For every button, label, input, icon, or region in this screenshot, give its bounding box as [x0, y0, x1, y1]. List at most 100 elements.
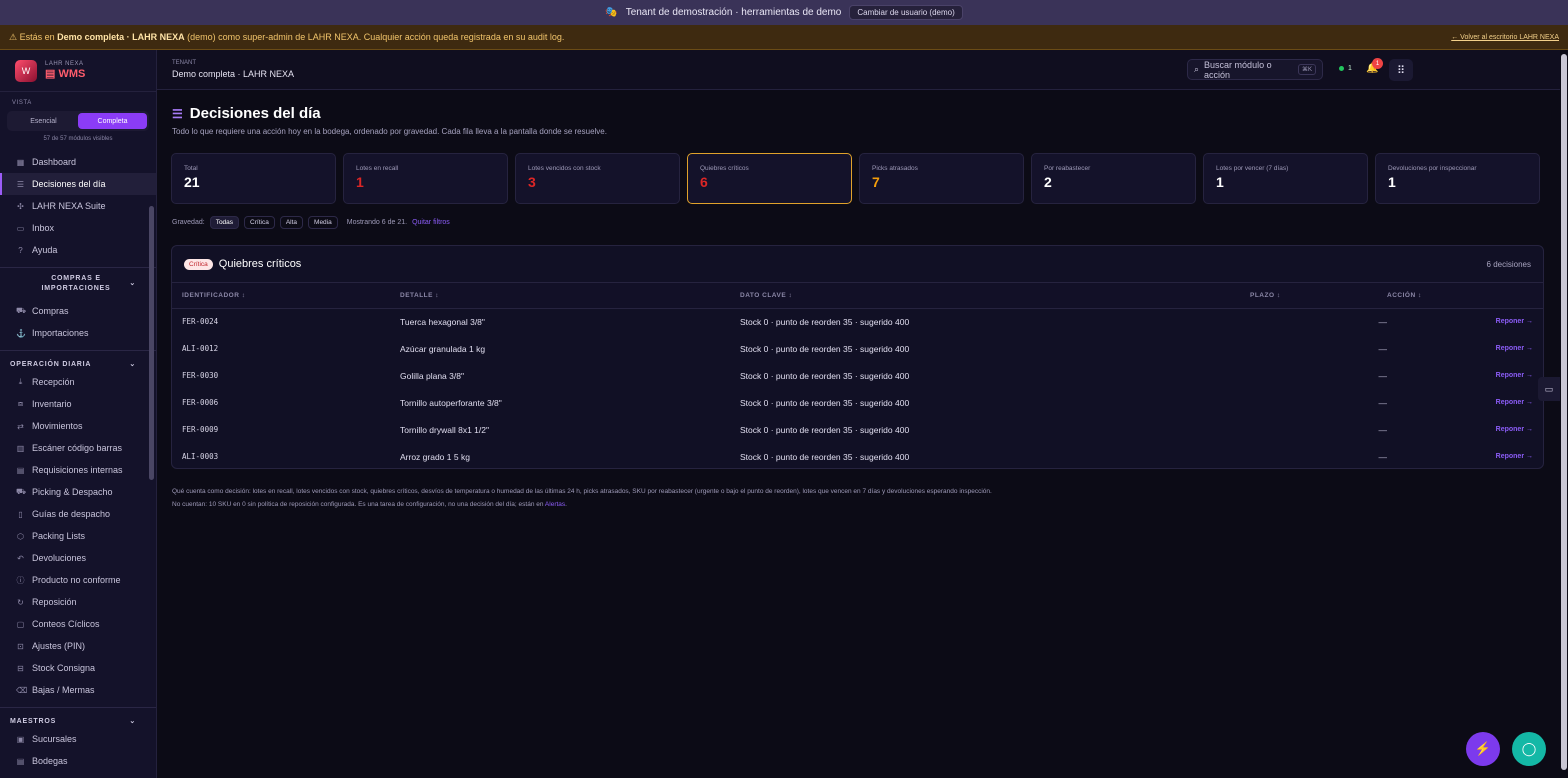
sidebar-item-ajustes[interactable]: ⊡ Ajustes (PIN) [0, 635, 156, 657]
footnote-end: . [565, 501, 567, 508]
sidebar-item-suite[interactable]: ✣ LAHR NEXA Suite [0, 195, 156, 217]
sidebar-item-dashboard[interactable]: ▦ Dashboard [0, 151, 156, 173]
app-logo-icon: W [15, 59, 37, 82]
table-row[interactable]: ALI-0012 Azúcar granulada 1 kg Stock 0 ·… [172, 335, 1543, 362]
table-row[interactable]: ALI-0003 Arroz grado 1 5 kg Stock 0 · pu… [172, 443, 1543, 470]
sidebar-item-decisiones[interactable]: ☰ Decisiones del día [0, 173, 156, 195]
apps-grid-button[interactable]: ⠿ [1389, 59, 1413, 81]
search-input[interactable]: ⌕ Buscar módulo o acción ⌘K [1187, 59, 1323, 80]
table-row[interactable]: FER-0030 Golilla plana 3/8" Stock 0 · pu… [172, 362, 1543, 389]
reponer-button[interactable]: Reponer → [1387, 416, 1543, 443]
notification-badge: 1 [1372, 58, 1383, 69]
sidebar-item-picking[interactable]: ⛟ Picking & Despacho [0, 481, 156, 503]
footnote: Qué cuenta como decisión: lotes en recal… [172, 485, 992, 511]
lightning-icon: ⚡ [1474, 741, 1492, 756]
card-label: Devoluciones por inspeccionar [1388, 165, 1477, 172]
sidebar-item-reposicion[interactable]: ↻ Reposición [0, 591, 156, 613]
sidebar-item-bodegas[interactable]: ▤ Bodegas [0, 750, 156, 772]
sidebar-item-devoluciones[interactable]: ↶ Devoluciones [0, 547, 156, 569]
alertas-link[interactable]: Alertas [545, 501, 565, 508]
card-lotes-recall[interactable]: Lotes en recall 1 [343, 153, 508, 204]
reponer-button[interactable]: Reponer → [1387, 335, 1543, 362]
scrollbar-thumb[interactable] [1561, 54, 1567, 770]
sidebar-item-sucursales[interactable]: ▣ Sucursales [0, 728, 156, 750]
warning-icon: ⚠ [9, 31, 20, 42]
reponer-button[interactable]: Reponer → [1387, 362, 1543, 389]
mask-icon: 🎭 [605, 7, 618, 18]
clear-filters-link[interactable]: Quitar filtros [412, 219, 450, 226]
sidebar-item-label: Ayuda [32, 245, 58, 255]
col-dato-clave[interactable]: DATO CLAVE ↕ [740, 283, 1250, 309]
col-identificador[interactable]: IDENTIFICADOR ↕ [172, 283, 400, 309]
page-scrollbar[interactable] [1560, 50, 1568, 778]
demo-tenant-text: Tenant de demostración · herramientas de… [625, 7, 842, 18]
section-maestros[interactable]: MAESTROS ⌄ [0, 714, 156, 728]
page-subtitle: Todo lo que requiere una acción hoy en l… [172, 127, 607, 136]
col-detalle[interactable]: DETALLE ↕ [400, 283, 740, 309]
sidebar-item-conteos[interactable]: ▢ Conteos Cíclicos [0, 613, 156, 635]
sidebar-item-importaciones[interactable]: ⚓ Importaciones [0, 322, 156, 344]
table-title: Quiebres críticos [218, 258, 302, 270]
card-lotes-vencidos[interactable]: Lotes vencidos con stock 3 [515, 153, 680, 204]
sidebar-item-label: Picking & Despacho [32, 487, 113, 497]
section-compras[interactable]: COMPRAS E IMPORTACIONES ⌄ [0, 274, 156, 294]
sidebar-item-bajas[interactable]: ⌫ Bajas / Mermas [0, 679, 156, 701]
feedback-tab[interactable]: ▭ [1538, 377, 1560, 401]
building-icon: ▣ [16, 734, 25, 744]
sidebar-item-no-conforme[interactable]: ⓘ Producto no conforme [0, 569, 156, 591]
sidebar-item-inbox[interactable]: ▭ Inbox [0, 217, 156, 239]
brand[interactable]: W LAHR NEXA ▤ WMS [0, 50, 156, 92]
col-plazo[interactable]: PLAZO ↕ [1250, 283, 1387, 309]
divider [0, 707, 156, 708]
sidebar-item-compras[interactable]: ⛟ Compras [0, 300, 156, 322]
section-title: OPERACIÓN DIARIA [10, 360, 92, 368]
back-to-desktop-link[interactable]: ← Volver al escritorio LAHR NEXA [1451, 34, 1559, 41]
card-picks-atrasados[interactable]: Picks atrasados 7 [859, 153, 1024, 204]
table-row[interactable]: FER-0009 Tornillo drywall 8x1 1/2" Stock… [172, 416, 1543, 443]
sidebar-item-packing[interactable]: ⬡ Packing Lists [0, 525, 156, 547]
quick-actions-button[interactable]: ⚡ [1466, 732, 1500, 766]
reponer-button[interactable]: Reponer → [1387, 389, 1543, 416]
reponer-button[interactable]: Reponer → [1387, 443, 1543, 470]
filter-alta[interactable]: Alta [279, 216, 304, 229]
filter-media[interactable]: Media [308, 216, 338, 229]
card-total[interactable]: Total 21 [171, 153, 336, 204]
table-row[interactable]: FER-0006 Tornillo autoperforante 3/8" St… [172, 389, 1543, 416]
sidebar-item-guias[interactable]: ▯ Guías de despacho [0, 503, 156, 525]
cell-id: ALI-0003 [182, 452, 219, 461]
col-accion[interactable]: ACCIÓN ↕ [1387, 283, 1543, 309]
filter-critica[interactable]: Crítica [244, 216, 275, 229]
card-lotes-por-vencer[interactable]: Lotes por vencer (7 días) 1 [1203, 153, 1368, 204]
cell-detail: Tornillo drywall 8x1 1/2" [400, 424, 490, 435]
reponer-button[interactable]: Reponer → [1387, 308, 1543, 335]
online-users[interactable]: 1 [1339, 65, 1352, 72]
page-title: ☰ Decisiones del día [172, 105, 321, 122]
sidebar-item-label: Compras [32, 306, 69, 316]
chat-button[interactable]: ◯ [1512, 732, 1546, 766]
sidebar-item-label: LAHR NEXA Suite [32, 201, 106, 211]
sidebar-item-label: Sucursales [32, 734, 77, 744]
card-quiebres-criticos[interactable]: Quiebres críticos 6 [687, 153, 852, 204]
table-row[interactable]: FER-0024 Tuerca hexagonal 3/8" Stock 0 ·… [172, 308, 1543, 335]
sidebar-item-consigna[interactable]: ⊟ Stock Consigna [0, 657, 156, 679]
notifications-button[interactable]: 🔔 1 [1366, 58, 1383, 74]
sidebar-item-inventario[interactable]: ⧈ Inventario [0, 393, 156, 415]
sidebar: W LAHR NEXA ▤ WMS VISTA Esencial Complet… [0, 50, 157, 778]
card-devoluciones[interactable]: Devoluciones por inspeccionar 1 [1375, 153, 1540, 204]
switch-user-button[interactable]: Cambiar de usuario (demo) [849, 5, 963, 20]
sidebar-item-recepcion[interactable]: ⤓ Recepción [0, 371, 156, 393]
view-esencial-button[interactable]: Esencial [9, 113, 78, 129]
sidebar-item-movimientos[interactable]: ⇄ Movimientos [0, 415, 156, 437]
view-toggle: Esencial Completa [7, 111, 149, 131]
view-completa-button[interactable]: Completa [78, 113, 147, 129]
tenant-name[interactable]: Demo completa · LAHR NEXA [172, 69, 294, 79]
sidebar-item-requisiciones[interactable]: ▤ Requisiciones internas [0, 459, 156, 481]
sidebar-scrollbar[interactable] [149, 206, 154, 480]
section-operacion[interactable]: OPERACIÓN DIARIA ⌄ [0, 357, 156, 371]
cell-plazo: — [1378, 370, 1388, 381]
sidebar-item-ayuda[interactable]: ? Ayuda [0, 239, 156, 261]
sidebar-item-escaner[interactable]: ▥ Escáner código barras [0, 437, 156, 459]
card-label: Total [184, 165, 198, 172]
filter-todas[interactable]: Todas [209, 216, 240, 229]
card-por-reabastecer[interactable]: Por reabastecer 2 [1031, 153, 1196, 204]
